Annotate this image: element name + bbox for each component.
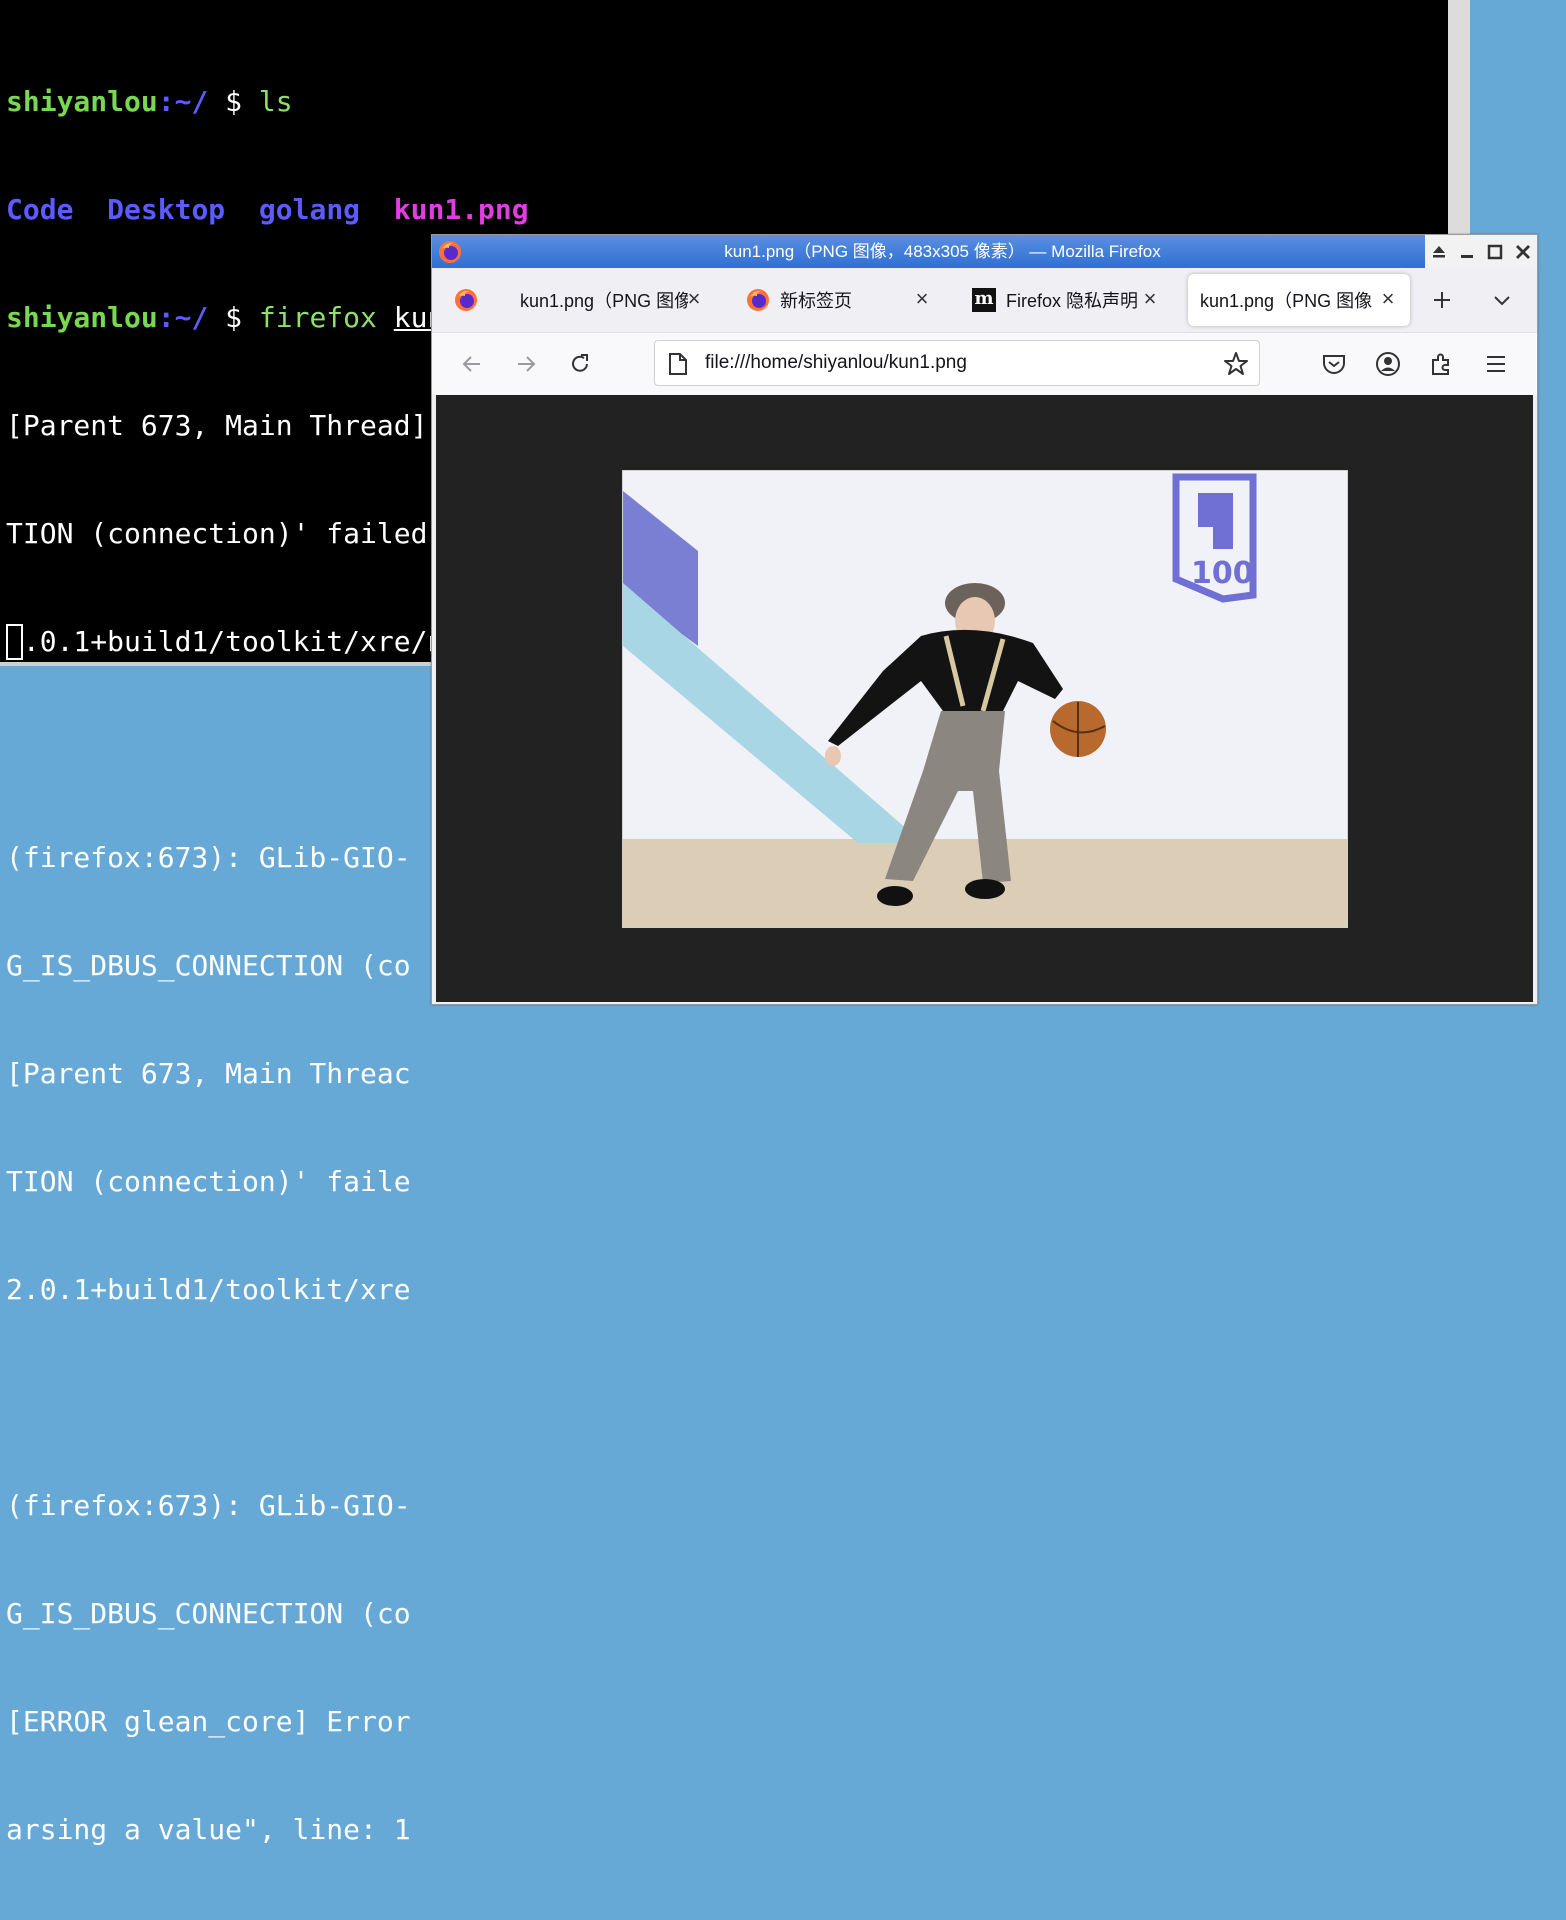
eject-icon[interactable] [1427, 240, 1451, 264]
tab-label: 新标签页 [780, 291, 852, 311]
terminal-line: Code Desktop golang kun1.png [6, 192, 1451, 228]
plus-icon [1434, 292, 1450, 308]
tab-firefox-privacy[interactable]: m Firefox 隐私声明 × [960, 274, 1172, 326]
ls-item-file: kun1.png [393, 193, 529, 226]
window-title: kun1.png（PNG 图像，483x305 像素） — Mozilla Fi… [724, 242, 1161, 261]
back-arrow-icon [462, 356, 480, 372]
firefox-icon [747, 289, 769, 311]
terminal-line: shiyanlou:~/ $ ls [6, 84, 1451, 120]
prompt-dollar: $ [208, 301, 259, 334]
window-titlebar[interactable]: kun1.png（PNG 图像，483x305 像素） — Mozilla Fi… [432, 235, 1537, 268]
pocket-button[interactable] [1318, 348, 1350, 380]
terminal-line: 2.0.1+build1/toolkit/xre [6, 1273, 411, 1306]
tab-label: kun1.png（PNG 图像 [520, 291, 688, 311]
tab-label: Firefox 隐私声明 [1006, 291, 1139, 311]
tab-bar: kun1.png（PNG 图像 × 新标签页 × m Firefox 隐私声明 … [432, 268, 1537, 333]
minimize-button[interactable] [1455, 240, 1479, 264]
url-bar[interactable]: file:///home/shiyanlou/kun1.png [654, 340, 1260, 386]
dribbling-player-image: 100 [623, 471, 1347, 927]
account-icon [1376, 352, 1400, 376]
tab-kun1-active[interactable]: kun1.png（PNG 图像 × [1188, 274, 1410, 326]
page-content[interactable]: 100 [436, 395, 1533, 1002]
pocket-icon [1323, 355, 1345, 374]
terminal-line: [Parent 673, Main Threac [6, 1057, 411, 1090]
firefox-view-button[interactable] [446, 274, 486, 326]
tab-label: kun1.png（PNG 图像 [1200, 291, 1373, 311]
terminal-line: [ERROR glean_core] Error [6, 1705, 411, 1738]
command-text: firefox [258, 301, 377, 334]
extensions-button[interactable] [1426, 348, 1458, 380]
account-button[interactable] [1372, 348, 1404, 380]
firefox-icon [439, 241, 461, 263]
prompt-user: shiyanlou [6, 301, 158, 334]
terminal-cursor [6, 624, 23, 660]
chevron-down-icon [1494, 296, 1510, 306]
close-icon[interactable]: × [1138, 287, 1162, 311]
close-icon[interactable]: × [1376, 287, 1400, 311]
firefox-window[interactable]: kun1.png（PNG 图像，483x305 像素） — Mozilla Fi… [431, 234, 1538, 1005]
terminal-line: G_IS_DBUS_CONNECTION (co [6, 1597, 411, 1630]
command-text: ls [258, 85, 293, 118]
prompt-user: shiyanlou [6, 85, 158, 118]
prompt-dollar: $ [208, 85, 259, 118]
ls-item-dir: Code [6, 193, 74, 226]
ls-item-dir: Desktop [107, 193, 226, 226]
maximize-button[interactable] [1483, 240, 1507, 264]
firefox-icon [455, 289, 477, 311]
ls-item-dir: golang [258, 193, 361, 226]
page-icon [669, 353, 687, 375]
terminal-line: (firefox:673): GLib-GIO- [6, 1489, 411, 1522]
close-window-button[interactable] [1511, 240, 1535, 264]
bookmark-star-icon[interactable] [1223, 351, 1249, 377]
svg-text:100: 100 [1191, 556, 1254, 591]
back-button[interactable] [456, 348, 488, 380]
reload-icon [572, 354, 588, 372]
terminal-line: TION (connection)' faile [6, 1165, 411, 1198]
navigation-toolbar: file:///home/shiyanlou/kun1.png [432, 333, 1537, 395]
menu-button[interactable] [1480, 348, 1512, 380]
new-tab-button[interactable] [1424, 274, 1460, 326]
hamburger-menu-icon [1487, 356, 1505, 372]
prompt-path: :~/ [157, 301, 209, 334]
tab-new-tab[interactable]: 新标签页 × [732, 274, 944, 326]
reload-button[interactable] [564, 348, 596, 380]
terminal-line: arsing a value", line: 1 [6, 1813, 411, 1846]
close-icon[interactable]: × [910, 287, 934, 311]
displayed-image[interactable]: 100 [622, 470, 1348, 928]
prompt-path: :~/ [157, 85, 209, 118]
forward-button[interactable] [510, 348, 542, 380]
list-all-tabs-button[interactable] [1484, 274, 1520, 326]
m-icon: m [972, 288, 996, 312]
forward-arrow-icon [518, 356, 536, 372]
tab-kun1-1[interactable]: kun1.png（PNG 图像 × [506, 274, 716, 326]
url-text: file:///home/shiyanlou/kun1.png [705, 352, 967, 373]
close-icon[interactable]: × [682, 287, 706, 311]
window-controls [1425, 235, 1537, 268]
puzzle-icon [1432, 353, 1449, 375]
